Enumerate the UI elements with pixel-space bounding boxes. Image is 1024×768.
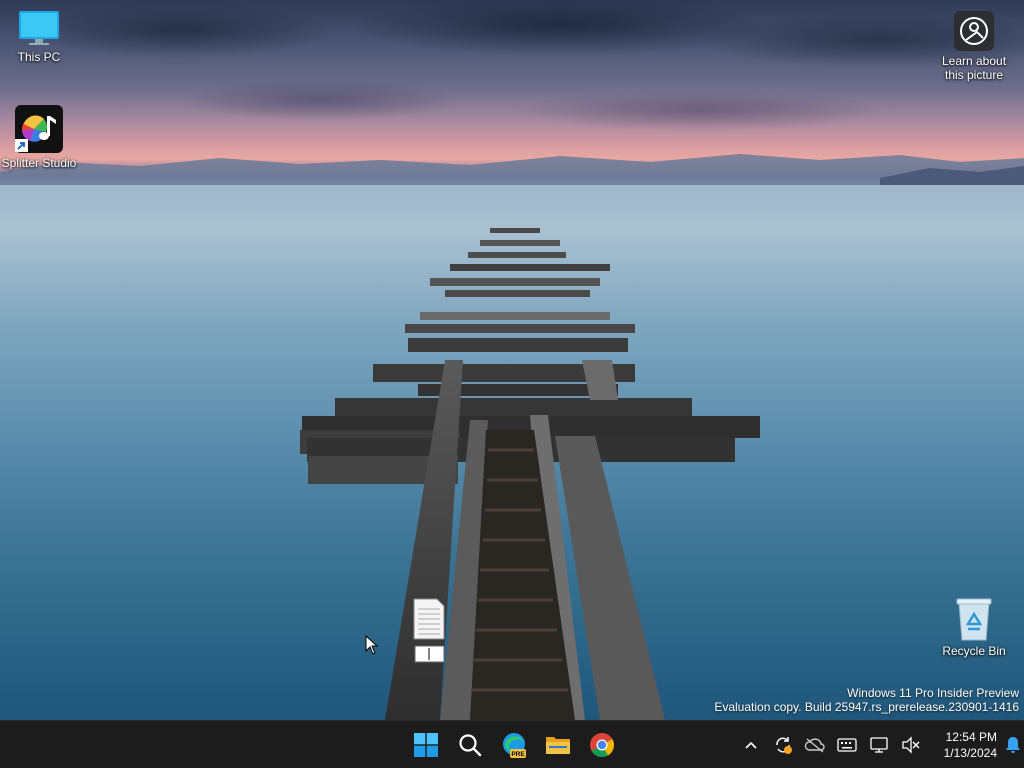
system-tray: 12:54 PM 1/13/2024	[735, 725, 1024, 765]
folder-icon	[546, 737, 570, 754]
wooden-pier	[300, 228, 760, 720]
start-button[interactable]	[406, 725, 446, 765]
desktop-icon-learn-about-picture[interactable]: Learn about this picture	[932, 10, 1016, 82]
recycle-bin-icon	[956, 598, 992, 641]
learn-about-picture-icon	[954, 11, 994, 51]
learn-about-picture-label: Learn about this picture	[941, 54, 1007, 82]
mouse-cursor	[365, 635, 379, 655]
watermark-build: Evaluation copy. Build 25947.rs_prerelea…	[714, 700, 1019, 714]
this-pc-icon	[19, 11, 59, 45]
dragged-document-icon	[413, 598, 445, 663]
volume-tray-button[interactable]	[895, 725, 927, 765]
desktop-wallpaper	[0, 0, 1024, 720]
edge-pre-icon: PRE	[503, 733, 526, 758]
taskbar: PRE 12:54 PM 1/13/2024	[0, 720, 1024, 768]
desktop-icon-this-pc[interactable]: This PC	[0, 8, 81, 64]
file-explorer-button[interactable]	[538, 725, 578, 765]
recycle-bin-label: Recycle Bin	[942, 644, 1006, 658]
keyboard-icon	[837, 738, 857, 752]
show-hidden-icons-button[interactable]	[735, 725, 767, 765]
chevron-up-icon	[745, 741, 757, 749]
splitter-studio-icon	[15, 105, 63, 153]
search-button[interactable]	[450, 725, 490, 765]
build-watermark: Windows 11 Pro Insider Preview Evaluatio…	[714, 686, 1019, 714]
splitter-studio-label: Splitter Studio	[1, 156, 77, 170]
windows-start-icon	[414, 733, 438, 757]
volume-muted-icon	[902, 736, 920, 754]
sync-tray-button[interactable]	[767, 725, 799, 765]
svg-text:PRE: PRE	[511, 751, 525, 758]
notifications-button[interactable]	[997, 725, 1024, 765]
clock-time: 12:54 PM	[945, 730, 997, 744]
taskbar-clock[interactable]: 12:54 PM 1/13/2024	[929, 729, 997, 761]
desktop-icon-splitter-studio[interactable]: Splitter Studio	[0, 104, 81, 170]
chrome-icon	[590, 733, 615, 758]
network-tray-button[interactable]	[863, 725, 895, 765]
clock-date: 1/13/2024	[943, 746, 997, 760]
sync-icon	[776, 737, 792, 754]
watermark-edition: Windows 11 Pro Insider Preview	[847, 686, 1019, 700]
edge-pre-button[interactable]: PRE	[494, 725, 534, 765]
onedrive-tray-button[interactable]	[799, 725, 831, 765]
network-icon	[870, 737, 888, 753]
chrome-button[interactable]	[582, 725, 622, 765]
search-icon	[459, 734, 482, 757]
bell-icon	[1006, 737, 1020, 753]
desktop-icon-recycle-bin[interactable]: Recycle Bin	[932, 596, 1016, 658]
onedrive-off-icon	[804, 738, 825, 753]
keyboard-tray-button[interactable]	[831, 725, 863, 765]
taskbar-apps: PRE	[406, 725, 622, 765]
this-pc-label: This PC	[17, 50, 61, 64]
